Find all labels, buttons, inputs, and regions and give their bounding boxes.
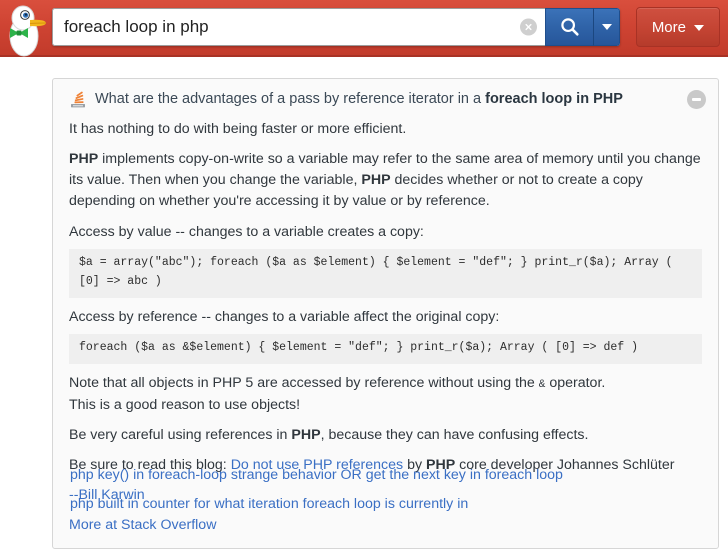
code-block-by-value: $a = array("abc"); foreach ($a as $eleme… [69,249,702,298]
term-php: PHP [291,426,321,443]
clear-search-icon[interactable] [520,18,537,36]
answer-text: This is a good reason to use objects! [69,396,301,413]
chevron-down-icon [694,25,704,31]
stack-overflow-icon [69,91,87,109]
minus-icon [692,98,701,101]
search-button[interactable] [545,8,594,46]
answer-text: It has nothing to do with being faster o… [69,120,407,137]
answer-text: Access by reference -- changes to a vari… [69,308,500,325]
related-link-2[interactable]: php built in counter for what iteration … [70,494,710,514]
term-php: PHP [69,150,99,167]
related-questions: php key() in foreach-loop strange behavi… [70,465,710,523]
code-block-by-reference: foreach ($a as &$element) { $element = "… [69,334,702,365]
access-by-value-label: Access by value -- changes to a variable… [69,222,702,243]
answer-paragraph-2: PHP implements copy-on-write so a variab… [69,149,702,213]
answer-text: , because they can have confusing effect… [320,426,589,443]
answer-text: Note that all objects in PHP 5 are acces… [69,375,539,392]
search-dropdown-button[interactable] [594,8,620,46]
collapse-button[interactable] [687,90,706,109]
site-header: More [0,0,728,57]
search-input[interactable] [53,9,545,45]
answer-text: Access by value -- changes to a variable… [69,223,424,240]
access-by-reference-label: Access by reference -- changes to a vari… [69,307,702,328]
term-php: PHP [361,172,391,189]
answer-paragraph-note: Note that all objects in PHP 5 are acces… [69,373,702,416]
more-button-label: More [651,18,686,36]
answer-text: Be very careful using references in [69,426,292,443]
card-title-prefix: What are the advantages of a pass by ref… [95,91,486,107]
card-header: What are the advantages of a pass by ref… [69,90,706,110]
answer-text: operator. [545,375,606,392]
card-title-highlight: foreach loop in PHP [485,91,623,107]
card-title[interactable]: What are the advantages of a pass by ref… [95,90,702,110]
search-input-wrapper[interactable] [52,8,545,46]
chevron-down-icon [601,24,612,30]
more-button[interactable]: More [635,7,720,47]
search-form [52,8,620,46]
duckduckgo-duck-logo[interactable] [4,2,48,58]
answer-paragraph-warning: Be very careful using references in PHP,… [69,425,702,446]
answer-paragraph-1: It has nothing to do with being faster o… [69,119,702,140]
related-link-1[interactable]: php key() in foreach-loop strange behavi… [70,465,710,485]
